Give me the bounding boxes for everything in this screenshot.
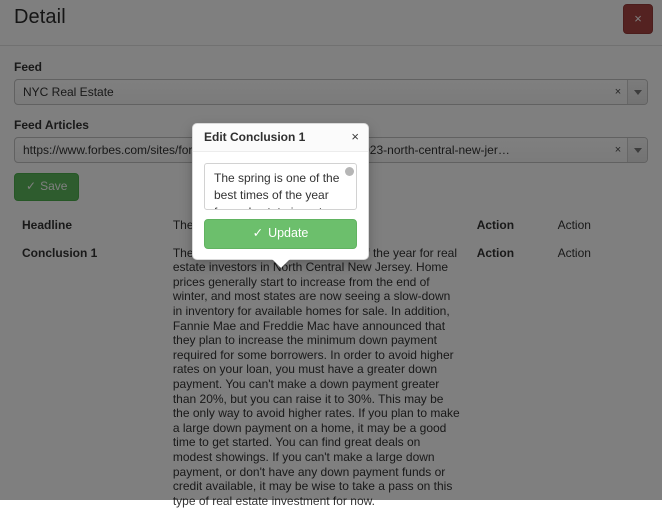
update-button[interactable]: ✓ Update: [204, 219, 357, 249]
conclusion-textarea[interactable]: [205, 164, 356, 209]
textarea-scrollbar[interactable]: [345, 166, 354, 209]
conclusion-textarea-wrap: [204, 163, 357, 210]
popover-header: Edit Conclusion 1 ×: [193, 124, 368, 152]
update-button-label: Update: [268, 226, 308, 240]
popover-body: ✓ Update: [193, 152, 368, 259]
popover-arrow: [272, 259, 290, 268]
popover-title: Edit Conclusion 1: [204, 130, 305, 144]
textarea-scrollbar-thumb[interactable]: [345, 167, 354, 176]
edit-conclusion-popover: Edit Conclusion 1 × ✓ Update: [192, 123, 369, 260]
popover-close-icon[interactable]: ×: [351, 128, 359, 146]
check-icon: ✓: [253, 226, 263, 240]
